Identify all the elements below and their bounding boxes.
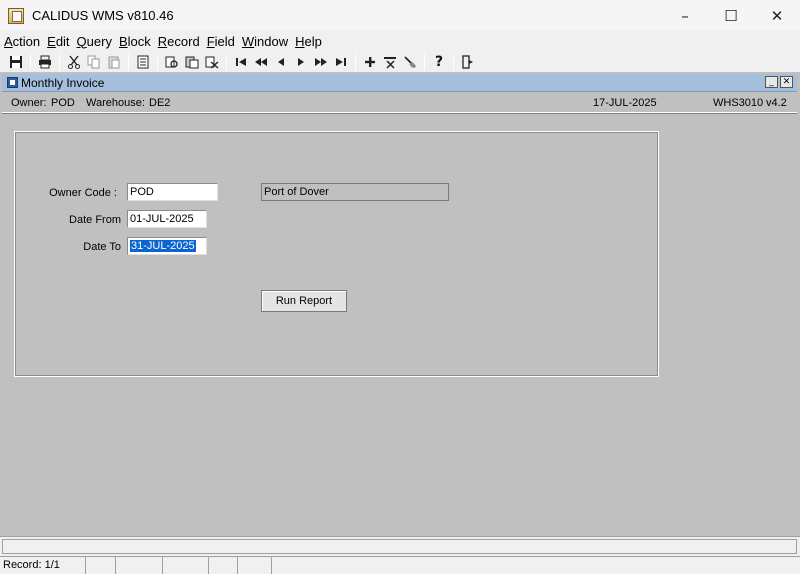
run-report-button[interactable]: Run Report [261, 290, 347, 312]
menu-bar: Action Edit Query Block Record Field Win… [0, 31, 800, 51]
toolbar-separator [226, 53, 227, 70]
list-icon[interactable] [133, 52, 153, 71]
previous-set-icon[interactable] [251, 52, 271, 71]
menu-record[interactable]: Record [158, 34, 200, 49]
date-from-input[interactable]: 01-JUL-2025 [127, 210, 207, 228]
date-to-selected-text: 31-JUL-2025 [130, 240, 196, 252]
minimize-icon[interactable]: – [662, 0, 708, 31]
form-close-icon[interactable]: ✕ [780, 76, 793, 88]
record-count: Record: 1/1 [0, 557, 86, 574]
owner-label: Owner: [11, 97, 47, 109]
status-cell [163, 557, 209, 574]
current-date: 17-JUL-2025 [593, 97, 657, 109]
form-title-bar: Monthly Invoice _ ✕ [2, 74, 797, 92]
title-bar: CALIDUS WMS v810.46 – ☐ ✕ [0, 0, 800, 31]
cancel-query-icon[interactable] [202, 52, 222, 71]
toolbar-separator [30, 53, 31, 70]
message-bar [0, 536, 800, 556]
toolbar-separator [453, 53, 454, 70]
program-code: WHS3010 [713, 97, 764, 109]
toolbar-separator [355, 53, 356, 70]
window-controls: – ☐ ✕ [662, 0, 800, 31]
status-bar: Record: 1/1 [0, 556, 800, 574]
menu-block[interactable]: Block [119, 34, 151, 49]
owner-code-label: Owner Code : [49, 187, 117, 199]
execute-query-icon[interactable] [182, 52, 202, 71]
owner-value: POD [51, 97, 75, 109]
app-icon [8, 7, 24, 24]
exit-icon[interactable] [458, 52, 478, 71]
menu-field[interactable]: Field [207, 34, 235, 49]
help-icon[interactable]: ? [429, 52, 449, 71]
form-icon [7, 77, 18, 88]
menu-help[interactable]: Help [295, 34, 322, 49]
status-cell [272, 557, 800, 574]
copy-icon[interactable] [84, 52, 104, 71]
status-cell [209, 557, 238, 574]
menu-query[interactable]: Query [77, 34, 112, 49]
window-title: CALIDUS WMS v810.46 [32, 8, 174, 23]
next-record-icon[interactable] [291, 52, 311, 71]
owner-name-display: Port of Dover [261, 183, 449, 201]
toolbar-separator [59, 53, 60, 70]
enter-query-icon[interactable] [162, 52, 182, 71]
parameters-panel: Owner Code : POD Port of Dover Date From… [14, 131, 659, 377]
warehouse-label: Warehouse: [86, 97, 145, 109]
last-record-icon[interactable] [331, 52, 351, 71]
message-line [2, 539, 797, 554]
previous-record-icon[interactable] [271, 52, 291, 71]
print-icon[interactable] [35, 52, 55, 71]
toolbar-separator [157, 53, 158, 70]
next-set-icon[interactable] [311, 52, 331, 71]
mdi-desktop: Monthly Invoice _ ✕ Owner: POD Warehouse… [0, 72, 800, 536]
clear-icon[interactable] [400, 52, 420, 71]
maximize-icon[interactable]: ☐ [708, 0, 754, 31]
insert-record-icon[interactable] [360, 52, 380, 71]
warehouse-value: DE2 [149, 97, 171, 109]
menu-edit[interactable]: Edit [47, 34, 69, 49]
form-minimize-icon[interactable]: _ [765, 76, 778, 88]
paste-icon[interactable] [104, 52, 124, 71]
cut-icon[interactable] [64, 52, 84, 71]
context-bar: Owner: POD Warehouse: DE2 17-JUL-2025 WH… [2, 93, 797, 111]
date-to-input[interactable]: 31-JUL-2025 [127, 237, 207, 255]
toolbar: ? [0, 51, 800, 72]
program-version: v4.2 [766, 97, 787, 109]
first-record-icon[interactable] [231, 52, 251, 71]
status-cell [86, 557, 116, 574]
menu-action[interactable]: Action [4, 34, 40, 49]
save-icon[interactable] [6, 52, 26, 71]
toolbar-separator [424, 53, 425, 70]
close-icon[interactable]: ✕ [754, 0, 800, 31]
status-cell [238, 557, 272, 574]
toolbar-separator [128, 53, 129, 70]
delete-record-icon[interactable] [380, 52, 400, 71]
date-to-label: Date To [83, 241, 121, 253]
menu-window[interactable]: Window [242, 34, 288, 49]
context-divider [2, 112, 797, 114]
form-controls: _ ✕ [765, 76, 793, 88]
date-from-label: Date From [69, 214, 121, 226]
owner-code-input[interactable]: POD [127, 183, 218, 201]
status-cell [116, 557, 163, 574]
form-title: Monthly Invoice [21, 75, 105, 90]
